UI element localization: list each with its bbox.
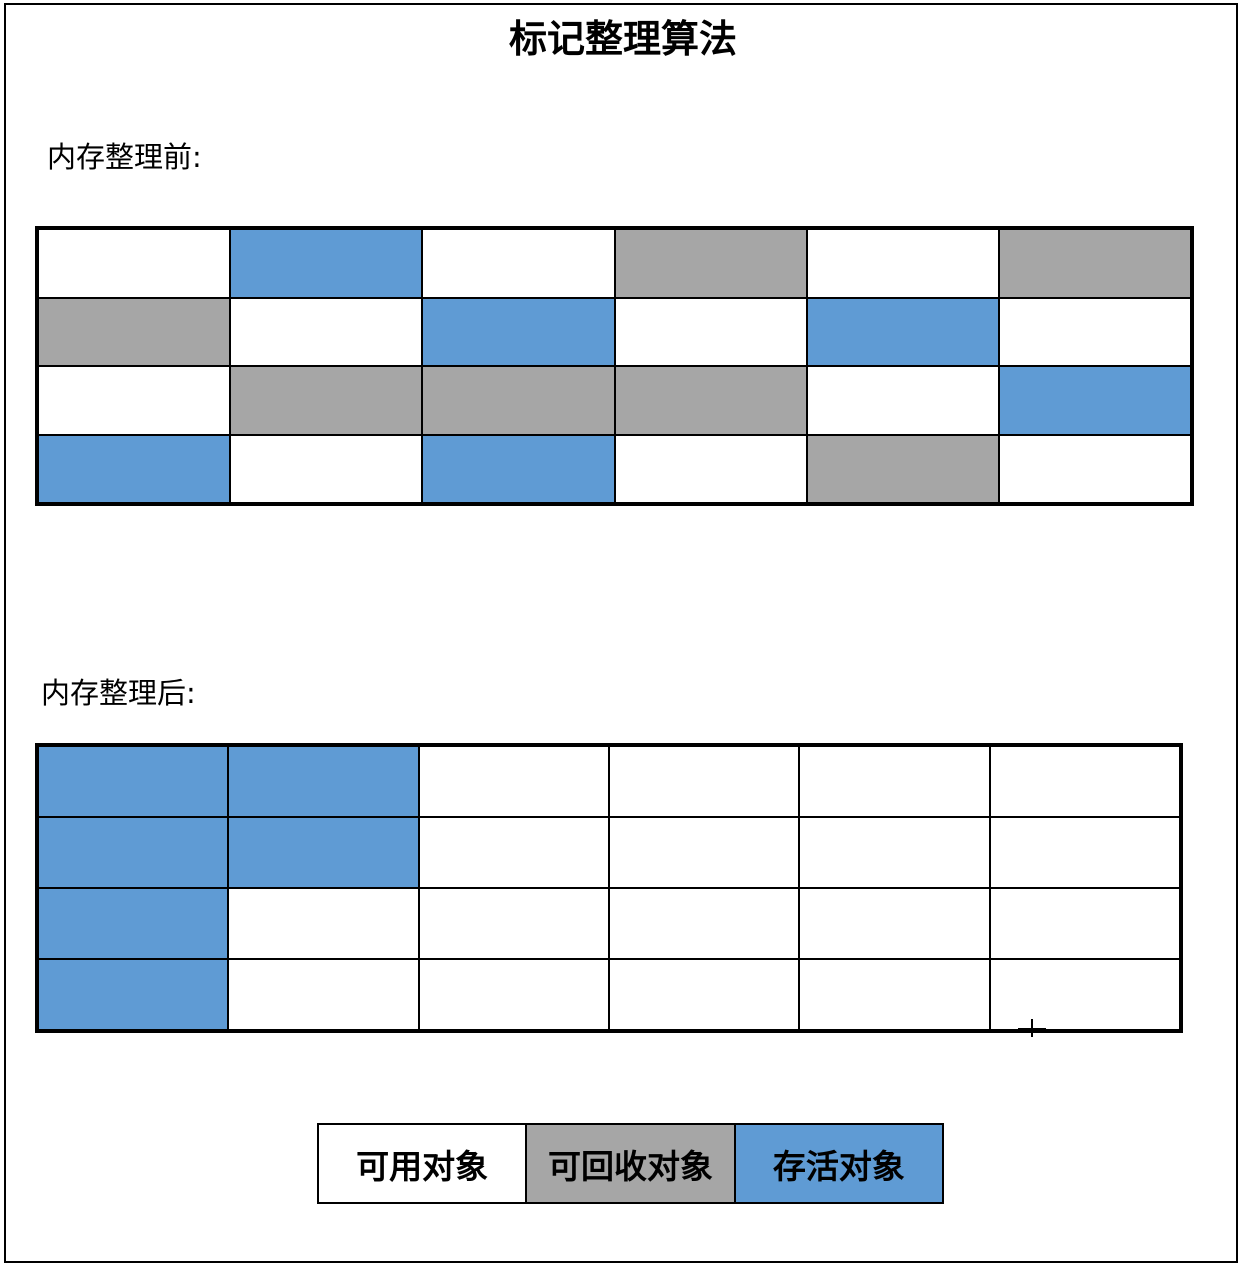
after-cell-free (229, 889, 418, 958)
after-cell-free (800, 818, 989, 887)
legend: 可用对象 可回收对象 存活对象 (317, 1123, 944, 1204)
before-cell-free (231, 298, 422, 365)
after-cell-free (419, 818, 608, 887)
diagram-title: 标记整理算法 (508, 17, 737, 61)
before-cell-reclaimable (423, 367, 614, 434)
after-cell-free (800, 889, 989, 958)
before-cell-alive (423, 298, 614, 365)
before-cell-reclaimable (615, 230, 806, 297)
before-cell-reclaimable (615, 367, 806, 434)
after-cell-free (990, 889, 1179, 958)
before-cell-free (615, 435, 806, 502)
after-cell-free (990, 747, 1179, 816)
after-cell-free (609, 818, 799, 887)
before-cell-alive (807, 298, 998, 365)
before-cell-reclaimable (231, 367, 422, 434)
after-cell-free (609, 889, 799, 958)
before-cell-reclaimable (807, 435, 998, 502)
before-cell-alive (39, 435, 230, 502)
after-cell-free (419, 960, 608, 1029)
after-label: 内存整理后: (41, 676, 196, 710)
before-cell-free (231, 435, 422, 502)
before-cell-reclaimable (999, 230, 1190, 297)
after-cell-free (800, 960, 989, 1029)
before-cell-alive (231, 230, 422, 297)
legend-item-alive: 存活对象 (735, 1125, 942, 1202)
after-cell-free (990, 818, 1179, 887)
after-cell-free (800, 747, 989, 816)
before-cell-free (999, 298, 1190, 365)
before-cell-alive (423, 435, 614, 502)
after-cell-alive (39, 960, 228, 1029)
before-cell-free (999, 435, 1190, 502)
diagram-frame (4, 3, 1238, 1263)
before-cell-free (39, 367, 230, 434)
after-cell-free (229, 960, 418, 1029)
before-cell-alive (999, 367, 1190, 434)
after-cell-free (419, 889, 608, 958)
before-cell-free (423, 230, 614, 297)
before-cell-free (807, 230, 998, 297)
after-cell-alive (229, 747, 418, 816)
after-cell-alive (229, 818, 418, 887)
after-cell-alive (39, 747, 228, 816)
after-cell-free (609, 747, 799, 816)
before-cell-free (39, 230, 230, 297)
before-cell-free (807, 367, 998, 434)
after-cell-alive (39, 889, 228, 958)
before-cell-reclaimable (39, 298, 230, 365)
before-label: 内存整理前: (47, 140, 202, 174)
text-cursor-icon (1018, 1019, 1046, 1037)
legend-item-free: 可用对象 (319, 1125, 526, 1202)
after-cell-free (419, 747, 608, 816)
memory-after-grid (35, 743, 1183, 1033)
before-cell-free (615, 298, 806, 365)
memory-before-grid (35, 226, 1194, 506)
legend-item-reclaimable: 可回收对象 (527, 1125, 734, 1202)
after-cell-alive (39, 818, 228, 887)
after-cell-free (609, 960, 799, 1029)
